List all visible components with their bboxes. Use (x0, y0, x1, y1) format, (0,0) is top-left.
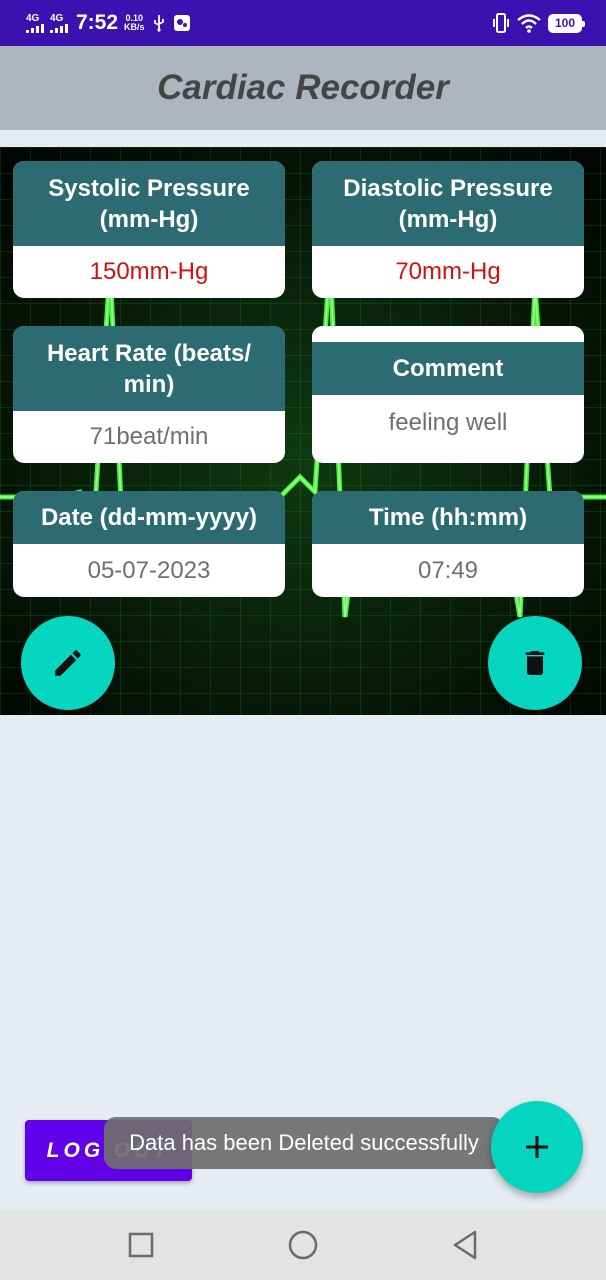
vibrate-icon (492, 13, 509, 33)
record-item: Systolic Pressure (mm-Hg) 150mm-Hg Diast… (0, 147, 606, 715)
edit-button[interactable] (21, 616, 115, 710)
diastolic-label: Diastolic Pressure (mm-Hg) (312, 161, 584, 246)
delete-button[interactable] (488, 616, 582, 710)
system-nav-bar (0, 1210, 606, 1280)
circle-icon (288, 1230, 318, 1260)
network-speed: 0.10 KB/s (124, 14, 145, 32)
status-time: 7:52 (76, 11, 119, 34)
time-value: 07:49 (417, 556, 479, 584)
sim1-label: 4G (26, 12, 40, 24)
add-record-button[interactable] (491, 1101, 583, 1193)
recents-button[interactable] (111, 1215, 171, 1275)
usb-icon (153, 15, 164, 32)
sim2-label: 4G (50, 12, 64, 24)
sim2-signal: 4G (50, 12, 68, 33)
home-button[interactable] (273, 1215, 333, 1275)
time-label: Time (hh:mm) (312, 491, 584, 544)
toast-message: Data has been Deleted successfully (104, 1117, 504, 1169)
sim1-signal: 4G (26, 12, 44, 33)
pencil-icon (55, 650, 81, 676)
heart-rate-label: Heart Rate (beats/ min) (13, 326, 285, 411)
comment-card-top (312, 326, 584, 342)
square-icon (128, 1232, 154, 1258)
heart-rate-card: Heart Rate (beats/ min) 71beat/min (13, 326, 285, 463)
date-card: Date (dd-mm-yyyy) 05-07-2023 (13, 491, 285, 597)
systolic-value: 150mm-Hg (89, 258, 209, 285)
systolic-card: Systolic Pressure (mm-Hg) 150mm-Hg (13, 161, 285, 298)
wifi-icon (517, 14, 541, 33)
diastolic-card: Diastolic Pressure (mm-Hg) 70mm-Hg (312, 161, 584, 298)
speed-unit: KB/s (124, 22, 145, 32)
battery-indicator: 100 (547, 13, 586, 33)
status-left: 4G 4G 7:52 0.10 KB/s (26, 11, 191, 35)
triangle-back-icon (453, 1230, 477, 1260)
back-button[interactable] (435, 1215, 495, 1275)
status-right: 100 (492, 12, 586, 34)
date-value: 05-07-2023 (87, 556, 211, 584)
signal-bars-icon (50, 23, 68, 33)
diastolic-value: 70mm-Hg (395, 258, 501, 285)
trash-icon (525, 651, 545, 675)
app-bar: Cardiac Recorder (0, 46, 606, 130)
plus-icon (526, 1136, 548, 1158)
app-title: Cardiac Recorder (157, 68, 449, 107)
status-bar: 4G 4G 7:52 0.10 KB/s 100 (0, 0, 606, 46)
app-notification-icon (173, 15, 190, 31)
comment-label: Comment (312, 342, 584, 395)
signal-bars-icon (26, 23, 44, 33)
comment-value: feeling well (388, 409, 508, 436)
date-label: Date (dd-mm-yyyy) (13, 491, 285, 544)
time-card: Time (hh:mm) 07:49 (312, 491, 584, 597)
systolic-label: Systolic Pressure (mm-Hg) (13, 161, 285, 246)
comment-card: Comment feeling well (312, 326, 584, 463)
heart-rate-value: 71beat/min (89, 423, 209, 450)
